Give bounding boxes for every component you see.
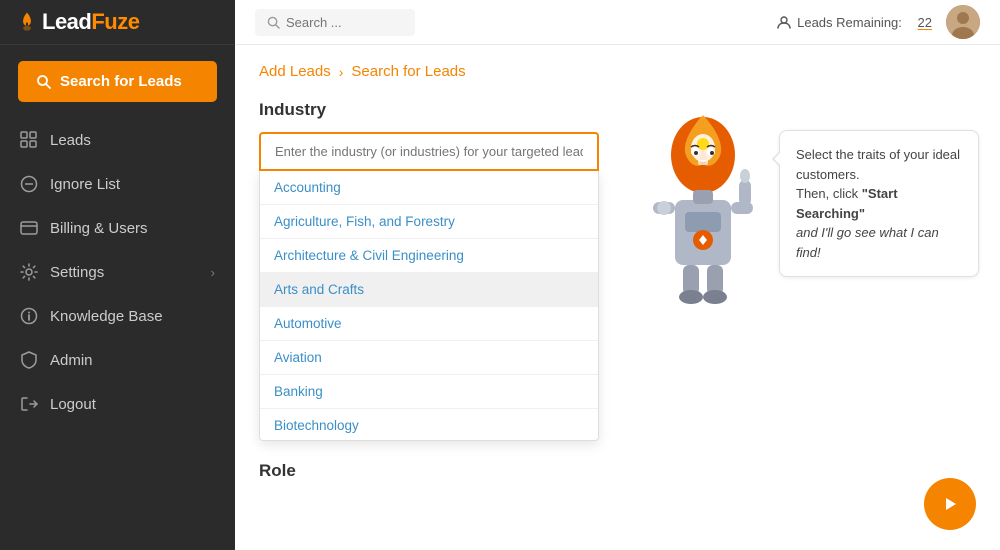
role-section-label: Role bbox=[259, 461, 599, 481]
avatar[interactable] bbox=[946, 5, 980, 39]
sidebar: LeadFuze Search for Leads Leads bbox=[0, 0, 235, 550]
sidebar-item-leads[interactable]: Leads bbox=[0, 118, 235, 162]
dropdown-item[interactable]: Biotechnology bbox=[260, 409, 598, 441]
industry-input[interactable] bbox=[259, 132, 599, 171]
industry-input-wrapper: AccountingAgriculture, Fish, and Forestr… bbox=[259, 132, 599, 441]
content-area: Add Leads › Search for Leads Industry Ac… bbox=[235, 45, 1000, 550]
dropdown-item[interactable]: Aviation bbox=[260, 341, 598, 375]
role-section: Role bbox=[259, 461, 599, 481]
breadcrumb-current: Search for Leads bbox=[351, 63, 465, 80]
topbar: Leads Remaining: 22 bbox=[235, 0, 1000, 45]
grid-icon bbox=[20, 131, 38, 149]
logo-text: LeadFuze bbox=[42, 9, 139, 35]
topbar-right: Leads Remaining: 22 bbox=[777, 5, 980, 39]
play-icon bbox=[941, 495, 959, 513]
settings-arrow: › bbox=[211, 265, 215, 280]
industry-section-label: Industry bbox=[259, 100, 599, 120]
circle-minus-icon bbox=[20, 175, 38, 193]
topbar-search-input[interactable] bbox=[286, 15, 396, 30]
mascot-speech-bubble: Select the traits of your ideal customer… bbox=[779, 130, 979, 277]
mascot-figure bbox=[643, 100, 763, 405]
topbar-search-wrapper[interactable] bbox=[255, 9, 415, 36]
leads-remaining: Leads Remaining: 22 bbox=[777, 15, 932, 30]
sidebar-item-logout[interactable]: Logout bbox=[0, 382, 235, 426]
mascot-area: Select the traits of your ideal customer… bbox=[643, 100, 979, 405]
mascot-svg bbox=[643, 100, 763, 400]
shield-icon bbox=[20, 351, 38, 369]
content-body: Industry AccountingAgriculture, Fish, an… bbox=[259, 100, 976, 493]
sidebar-item-knowledge-base[interactable]: Knowledge Base bbox=[0, 294, 235, 338]
gear-icon bbox=[20, 263, 38, 281]
sidebar-item-admin[interactable]: Admin bbox=[0, 338, 235, 382]
breadcrumb-separator: › bbox=[339, 64, 344, 80]
flame-icon bbox=[16, 11, 38, 33]
topbar-search-icon bbox=[267, 16, 280, 29]
logout-icon bbox=[20, 395, 38, 413]
sidebar-item-billing-users[interactable]: Billing & Users bbox=[0, 206, 235, 250]
sidebar-item-settings[interactable]: Settings › bbox=[0, 250, 235, 294]
dropdown-item[interactable]: Accounting bbox=[260, 171, 598, 205]
search-icon bbox=[36, 74, 52, 90]
logo-area: LeadFuze bbox=[0, 0, 235, 45]
user-icon bbox=[777, 15, 791, 29]
sidebar-nav: Leads Ignore List Billing & Users Settin… bbox=[0, 118, 235, 426]
credit-card-icon bbox=[20, 219, 38, 237]
search-for-leads-button[interactable]: Search for Leads bbox=[18, 61, 217, 102]
industry-dropdown: AccountingAgriculture, Fish, and Forestr… bbox=[259, 171, 599, 441]
dropdown-item[interactable]: Automotive bbox=[260, 307, 598, 341]
dropdown-item[interactable]: Banking bbox=[260, 375, 598, 409]
dropdown-item[interactable]: Arts and Crafts bbox=[260, 273, 598, 307]
main-area: Leads Remaining: 22 Add Leads › Search f… bbox=[235, 0, 1000, 550]
breadcrumb: Add Leads › Search for Leads bbox=[259, 63, 976, 80]
sidebar-item-ignore-list[interactable]: Ignore List bbox=[0, 162, 235, 206]
info-circle-icon bbox=[20, 307, 38, 325]
breadcrumb-parent[interactable]: Add Leads bbox=[259, 63, 331, 80]
dropdown-item[interactable]: Agriculture, Fish, and Forestry bbox=[260, 205, 598, 239]
form-section: Industry AccountingAgriculture, Fish, an… bbox=[259, 100, 599, 493]
start-searching-button[interactable] bbox=[924, 478, 976, 530]
avatar-image bbox=[946, 5, 980, 39]
dropdown-item[interactable]: Architecture & Civil Engineering bbox=[260, 239, 598, 273]
